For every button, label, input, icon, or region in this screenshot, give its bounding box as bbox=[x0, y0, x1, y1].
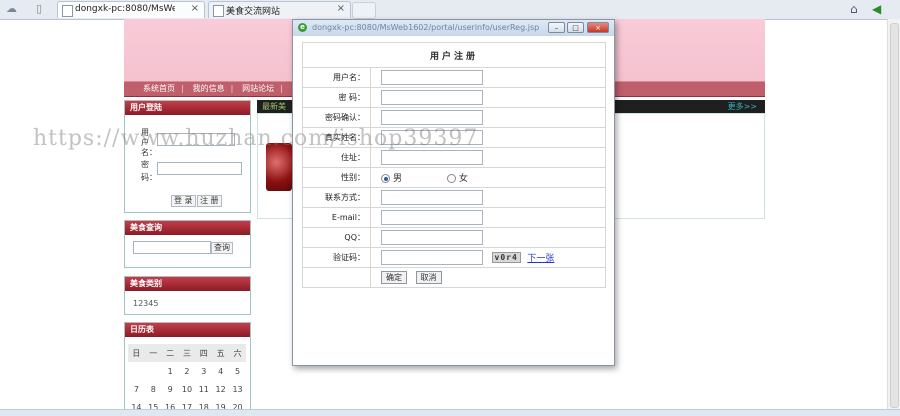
home-icon[interactable]: ⌂ bbox=[850, 2, 858, 16]
page-favicon-icon bbox=[213, 5, 224, 17]
confirm-button[interactable]: 确定 bbox=[381, 271, 407, 284]
page-icon[interactable]: ▯ bbox=[36, 3, 48, 15]
empty-cell bbox=[302, 267, 371, 288]
calendar-day[interactable]: 7 bbox=[128, 380, 145, 398]
calendar-day[interactable]: 13 bbox=[229, 380, 246, 398]
close-button[interactable]: × bbox=[587, 22, 609, 33]
weekday-sat: 六 bbox=[229, 344, 246, 362]
calendar-day[interactable]: 4 bbox=[212, 362, 229, 380]
ie-logo-icon: e bbox=[298, 23, 307, 32]
captcha-input[interactable] bbox=[381, 250, 483, 265]
food-search-button[interactable]: 查询 bbox=[211, 242, 233, 254]
login-password-input[interactable] bbox=[157, 162, 242, 175]
food-category-panel: 美食类别 12345 bbox=[124, 276, 251, 315]
phone-label: 联系方式： bbox=[302, 187, 371, 208]
watermark: https://www.huzhan.com/ishop39397 bbox=[33, 126, 479, 151]
weekday-wed: 三 bbox=[178, 344, 196, 362]
minimize-button[interactable]: – bbox=[548, 22, 565, 33]
cloud-icon[interactable]: ☁ bbox=[6, 3, 18, 15]
nav-item-forum[interactable]: 网站论坛 bbox=[242, 84, 274, 93]
cancel-button[interactable]: 取消 bbox=[415, 271, 442, 284]
weekday-thu: 四 bbox=[195, 344, 213, 362]
calendar-day[interactable]: 12 bbox=[212, 380, 229, 398]
nav-item-my-info[interactable]: 我的信息 bbox=[193, 84, 225, 93]
calendar-day[interactable]: 2 bbox=[179, 362, 196, 380]
form-title: 用户注册 bbox=[302, 42, 606, 68]
email-label: E-mail： bbox=[302, 207, 371, 228]
password-input[interactable] bbox=[381, 90, 483, 105]
calendar-table: 日 一 二 三 四 五 六 1 2 3 4 5 7 8 9 10 11 12 1… bbox=[128, 344, 246, 416]
next-captcha-link[interactable]: 下一张 bbox=[527, 254, 554, 264]
weekday-tue: 二 bbox=[161, 344, 179, 362]
radio-female[interactable] bbox=[446, 174, 456, 183]
nav-item-home[interactable]: 系统首页 bbox=[143, 84, 175, 93]
calendar-day[interactable]: 3 bbox=[195, 362, 212, 380]
register-dialog: e dongxk-pc:8080/MsWeb1602/portal/userin… bbox=[292, 19, 615, 366]
latest-food-title: 最新美 bbox=[262, 102, 286, 111]
captcha-image: v0r4 bbox=[491, 252, 521, 263]
tab-close-icon[interactable]: × bbox=[191, 3, 199, 14]
tab-dongxk[interactable]: dongxk-pc:8080/MsWeb160 × bbox=[57, 1, 205, 18]
captcha-label: 验证码： bbox=[302, 247, 371, 268]
calendar-day bbox=[145, 362, 162, 380]
status-bar bbox=[0, 409, 900, 416]
food-search-input[interactable] bbox=[133, 241, 211, 254]
phone-input[interactable] bbox=[381, 190, 483, 205]
calendar-day[interactable]: 11 bbox=[195, 380, 212, 398]
back-arrow-icon[interactable]: ◀ bbox=[872, 2, 881, 16]
address-input[interactable] bbox=[381, 150, 483, 165]
tab-title: 美食交流网站 bbox=[226, 7, 281, 17]
scrollbar-thumb[interactable] bbox=[890, 23, 899, 408]
qq-label: QQ： bbox=[302, 227, 371, 248]
calendar-panel: 日历表 日 一 二 三 四 五 六 1 2 3 4 5 7 8 9 10 11 … bbox=[124, 322, 251, 416]
maximize-button[interactable]: □ bbox=[567, 22, 584, 33]
tab-close-icon[interactable]: × bbox=[337, 3, 345, 14]
confirm-password-input[interactable] bbox=[381, 110, 483, 125]
gender-female-option[interactable]: 女 bbox=[446, 174, 468, 184]
email-input[interactable] bbox=[381, 210, 483, 225]
register-button[interactable]: 注 册 bbox=[197, 195, 222, 207]
food-search-title: 美食查询 bbox=[125, 221, 250, 235]
more-link[interactable]: 更多>> bbox=[728, 100, 757, 113]
dialog-titlebar[interactable]: e dongxk-pc:8080/MsWeb1602/portal/userin… bbox=[293, 20, 614, 36]
confirm-password-label: 密码确认： bbox=[302, 107, 371, 128]
username-label: 用户名： bbox=[302, 67, 371, 88]
username-input[interactable] bbox=[381, 70, 483, 85]
category-list[interactable]: 12345 bbox=[133, 299, 158, 308]
tab-title: dongxk-pc:8080/MsWeb160 bbox=[75, 4, 175, 14]
browser-tab-bar: ☁ ▯ dongxk-pc:8080/MsWeb160 × 美食交流网站 × ⌂… bbox=[0, 0, 900, 20]
calendar-day[interactable]: 9 bbox=[162, 380, 179, 398]
weekday-sun: 日 bbox=[128, 344, 145, 362]
calendar-title: 日历表 bbox=[125, 323, 250, 337]
weekday-mon: 一 bbox=[144, 344, 162, 362]
page-favicon-icon bbox=[62, 5, 73, 17]
food-category-title: 美食类别 bbox=[125, 277, 250, 291]
password-label: 密码： bbox=[141, 160, 157, 182]
calendar-day[interactable]: 1 bbox=[162, 362, 179, 380]
password-label: 密 码： bbox=[302, 87, 371, 108]
calendar-day bbox=[128, 362, 145, 380]
gender-label: 性别： bbox=[302, 167, 371, 188]
page-scrollbar[interactable] bbox=[887, 19, 900, 409]
calendar-day[interactable]: 10 bbox=[179, 380, 196, 398]
login-button[interactable]: 登 录 bbox=[171, 195, 196, 207]
radio-male[interactable] bbox=[381, 174, 390, 183]
calendar-day[interactable]: 5 bbox=[229, 362, 246, 380]
login-panel-title: 用户登陆 bbox=[125, 101, 250, 115]
gender-male-option[interactable]: 男 bbox=[381, 174, 402, 184]
food-search-panel: 美食查询 查询 bbox=[124, 220, 251, 268]
dialog-url: dongxk-pc:8080/MsWeb1602/portal/userinfo… bbox=[312, 23, 540, 32]
qq-input[interactable] bbox=[381, 230, 483, 245]
new-tab-button[interactable] bbox=[352, 2, 376, 19]
tab-food-site[interactable]: 美食交流网站 × bbox=[208, 1, 351, 18]
weekday-fri: 五 bbox=[212, 344, 230, 362]
register-form: 用户注册 用户名： 密 码： 密码确认： 真实姓名： 住址： 性别： 男 女 联… bbox=[302, 42, 606, 288]
login-panel: 用户登陆 用户名： 密码： 登 录 注 册 bbox=[124, 100, 251, 213]
calendar-day[interactable]: 8 bbox=[145, 380, 162, 398]
